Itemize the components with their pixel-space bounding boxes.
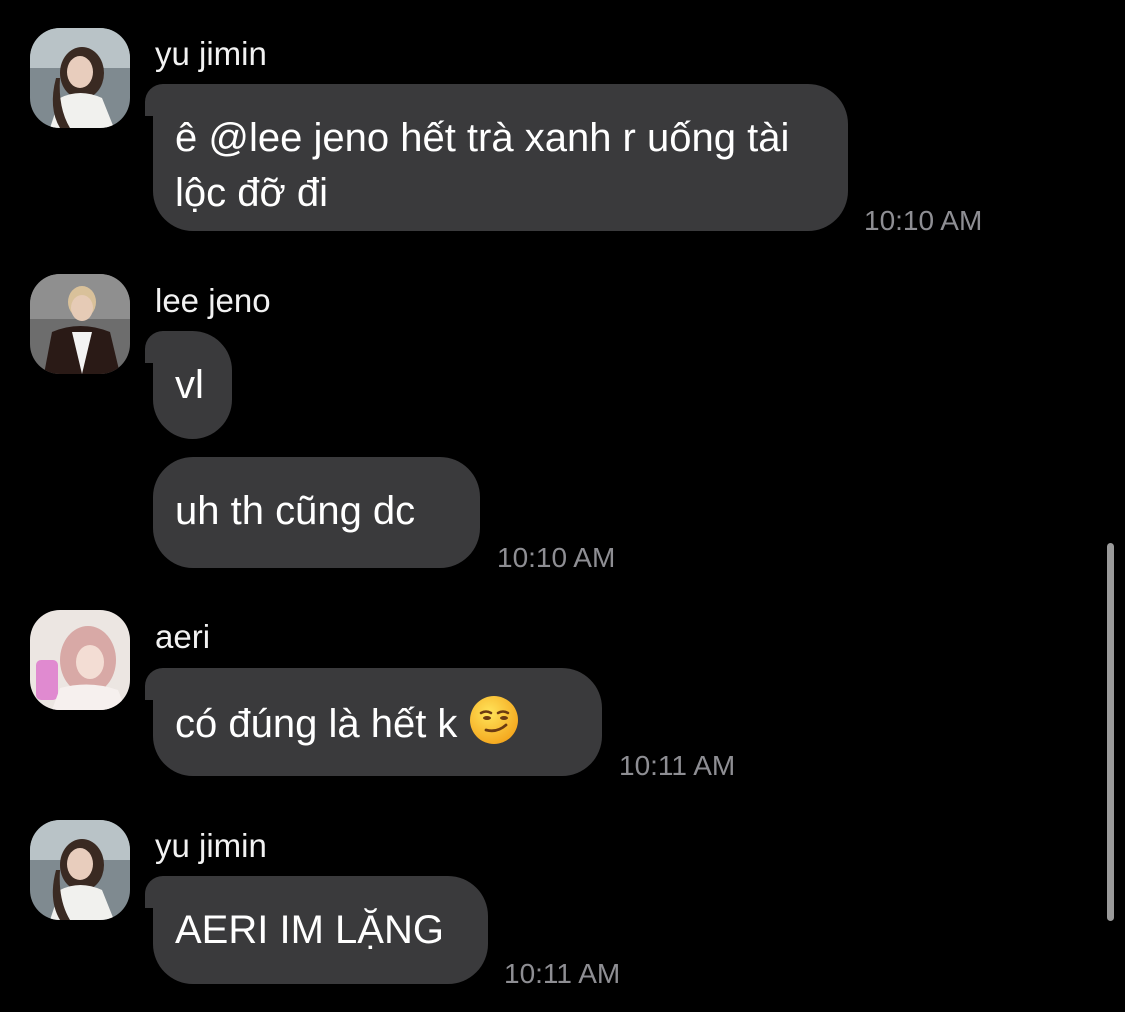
avatar-photo-icon <box>30 610 130 710</box>
message-timestamp: 10:11 AM <box>619 750 736 781</box>
sender-name: yu jimin <box>155 35 267 72</box>
avatar-lee-jeno[interactable] <box>30 274 130 374</box>
avatar-aeri[interactable] <box>30 610 130 710</box>
sender-name: lee jeno <box>155 282 271 319</box>
message-timestamp: 10:10 AM <box>864 205 983 236</box>
message-bubble[interactable]: ê @lee jeno hết trà xanh r uống tài lộc … <box>145 84 848 231</box>
sender-name: yu jimin <box>155 827 267 864</box>
message-bubble[interactable]: vl <box>145 331 232 439</box>
message-text: ê @lee jeno hết trà xanh r uống tài lộc … <box>175 116 790 215</box>
message-text: có đúng là hết k <box>175 702 458 746</box>
avatar-photo-icon <box>30 274 130 374</box>
message-bubble[interactable]: AERI IM LẶNG <box>145 876 488 984</box>
avatar-photo-icon <box>30 28 130 128</box>
sender-name: aeri <box>155 618 211 655</box>
scrollbar[interactable] <box>1107 543 1114 921</box>
avatar-photo-icon <box>30 820 130 920</box>
message-text: vl <box>175 363 204 407</box>
message-bubble[interactable]: có đúng là hết k <box>145 668 602 776</box>
smirking-face-emoji <box>469 696 518 744</box>
avatar-yu-jimin[interactable] <box>30 28 130 128</box>
message-text: uh th cũng dc <box>175 489 416 533</box>
message-text: AERI IM LẶNG <box>175 908 444 952</box>
message-bubble[interactable]: uh th cũng dc <box>153 457 480 568</box>
avatar-yu-jimin[interactable] <box>30 820 130 920</box>
message-timestamp: 10:11 AM <box>504 958 621 989</box>
message-timestamp: 10:10 AM <box>497 542 616 573</box>
